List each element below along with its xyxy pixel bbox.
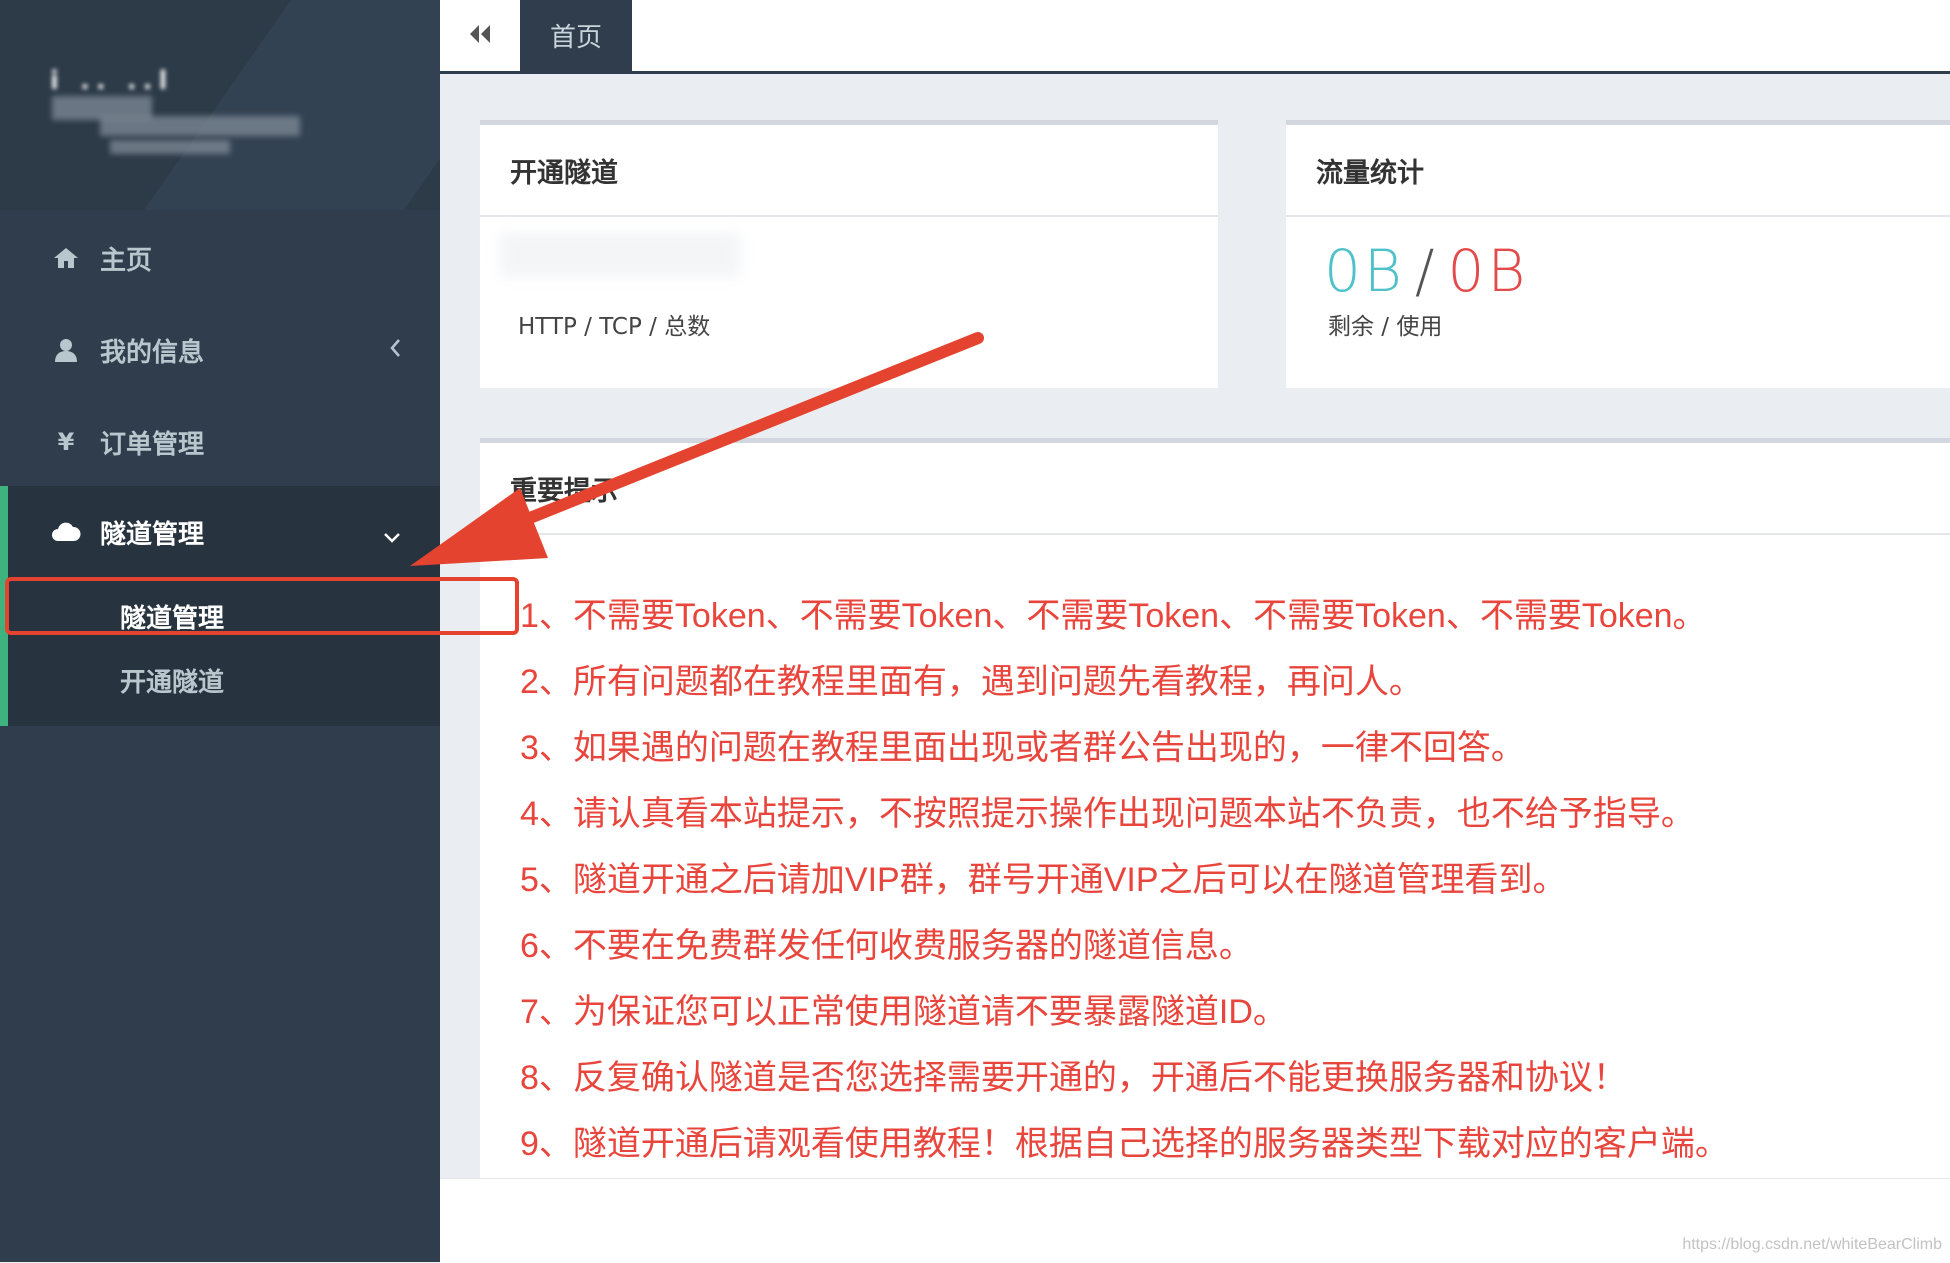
home-icon bbox=[48, 246, 84, 270]
card-open-tunnels: 开通隧道 HTTP / TCP / 总数 bbox=[480, 120, 1218, 388]
card-title: 开通隧道 bbox=[480, 125, 1218, 217]
traffic-used: 0B bbox=[1447, 237, 1529, 305]
card-title: 重要提示 bbox=[480, 443, 1950, 535]
tab-home[interactable]: 首页 bbox=[520, 0, 632, 71]
notice-line: 1、不需要Token、不需要Token、不需要Token、不需要Token、不需… bbox=[520, 597, 1707, 635]
sidebar-toggle-button[interactable] bbox=[440, 0, 520, 71]
brand-text: i .. ..l bbox=[50, 66, 174, 96]
notice-line: 8、反复确认隧道是否您选择需要开通的，开通后不能更换服务器和协议！ bbox=[520, 1059, 1627, 1097]
chevron-left-icon bbox=[388, 336, 402, 366]
cloud-icon bbox=[48, 521, 84, 543]
sidebar-item-my-info[interactable]: 我的信息 bbox=[0, 304, 440, 396]
notice-line: 9、隧道开通后请观看使用教程！根据自己选择的服务器类型下载对应的客户端。 bbox=[520, 1125, 1729, 1163]
notice-line: 3、如果遇的问题在教程里面出现或者群公告出现的，一律不回答。 bbox=[520, 729, 1525, 767]
card-title: 流量统计 bbox=[1286, 125, 1950, 217]
tunnel-caption: HTTP / TCP / 总数 bbox=[518, 314, 711, 340]
top-bar: 首页 bbox=[440, 0, 1950, 74]
sidebar-item-label: 隧道管理 bbox=[100, 519, 205, 550]
sidebar-item-label: 我的信息 bbox=[100, 337, 205, 368]
sidebar-group-tunnels: 隧道管理 隧道管理 开通隧道 bbox=[0, 486, 440, 726]
double-chevron-left-icon bbox=[467, 23, 493, 49]
watermark: https://blog.csdn.net/whiteBearClimb bbox=[1682, 1236, 1942, 1253]
notice-line: 2、所有问题都在教程里面有，遇到问题先看教程，再问人。 bbox=[520, 663, 1423, 701]
sidebar-item-tunnels[interactable]: 隧道管理 bbox=[0, 486, 440, 578]
notice-line: 5、隧道开通之后请加VIP群，群号开通VIP之后可以在隧道管理看到。 bbox=[520, 861, 1567, 899]
traffic-remaining: 0B bbox=[1324, 237, 1405, 305]
sidebar-item-orders[interactable]: ¥ 订单管理 bbox=[0, 396, 440, 488]
subitem-tunnel-management[interactable]: 隧道管理 bbox=[120, 598, 224, 635]
traffic-caption: 剩余 / 使用 bbox=[1328, 314, 1443, 340]
user-icon bbox=[48, 337, 84, 363]
sidebar-item-home[interactable]: 主页 bbox=[0, 212, 440, 304]
sidebar-item-label: 订单管理 bbox=[100, 429, 205, 460]
chevron-down-icon bbox=[382, 522, 402, 552]
traffic-separator: / bbox=[1414, 237, 1438, 305]
brand-logo[interactable]: i .. ..l bbox=[0, 0, 440, 210]
sidebar-item-label: 主页 bbox=[100, 245, 153, 276]
redacted-tunnel-counts bbox=[500, 233, 740, 277]
notice-line: 6、不要在免费群发任何收费服务器的隧道信息。 bbox=[520, 927, 1253, 965]
subitem-open-tunnel[interactable]: 开通隧道 bbox=[120, 662, 224, 699]
sidebar: i .. ..l 主页 我的信息 ¥ 订单管理 隧道管理 隧道管理 开通隧道 bbox=[0, 0, 440, 1262]
notice-line: 7、为保证您可以正常使用隧道请不要暴露隧道ID。 bbox=[520, 993, 1287, 1031]
yen-icon: ¥ bbox=[57, 428, 75, 456]
card-traffic-stats: 流量统计 0B/0B 剩余 / 使用 bbox=[1286, 120, 1950, 388]
notice-line: 4、请认真看本站提示，不按照提示操作出现问题本站不负责，也不给予指导。 bbox=[520, 795, 1695, 833]
